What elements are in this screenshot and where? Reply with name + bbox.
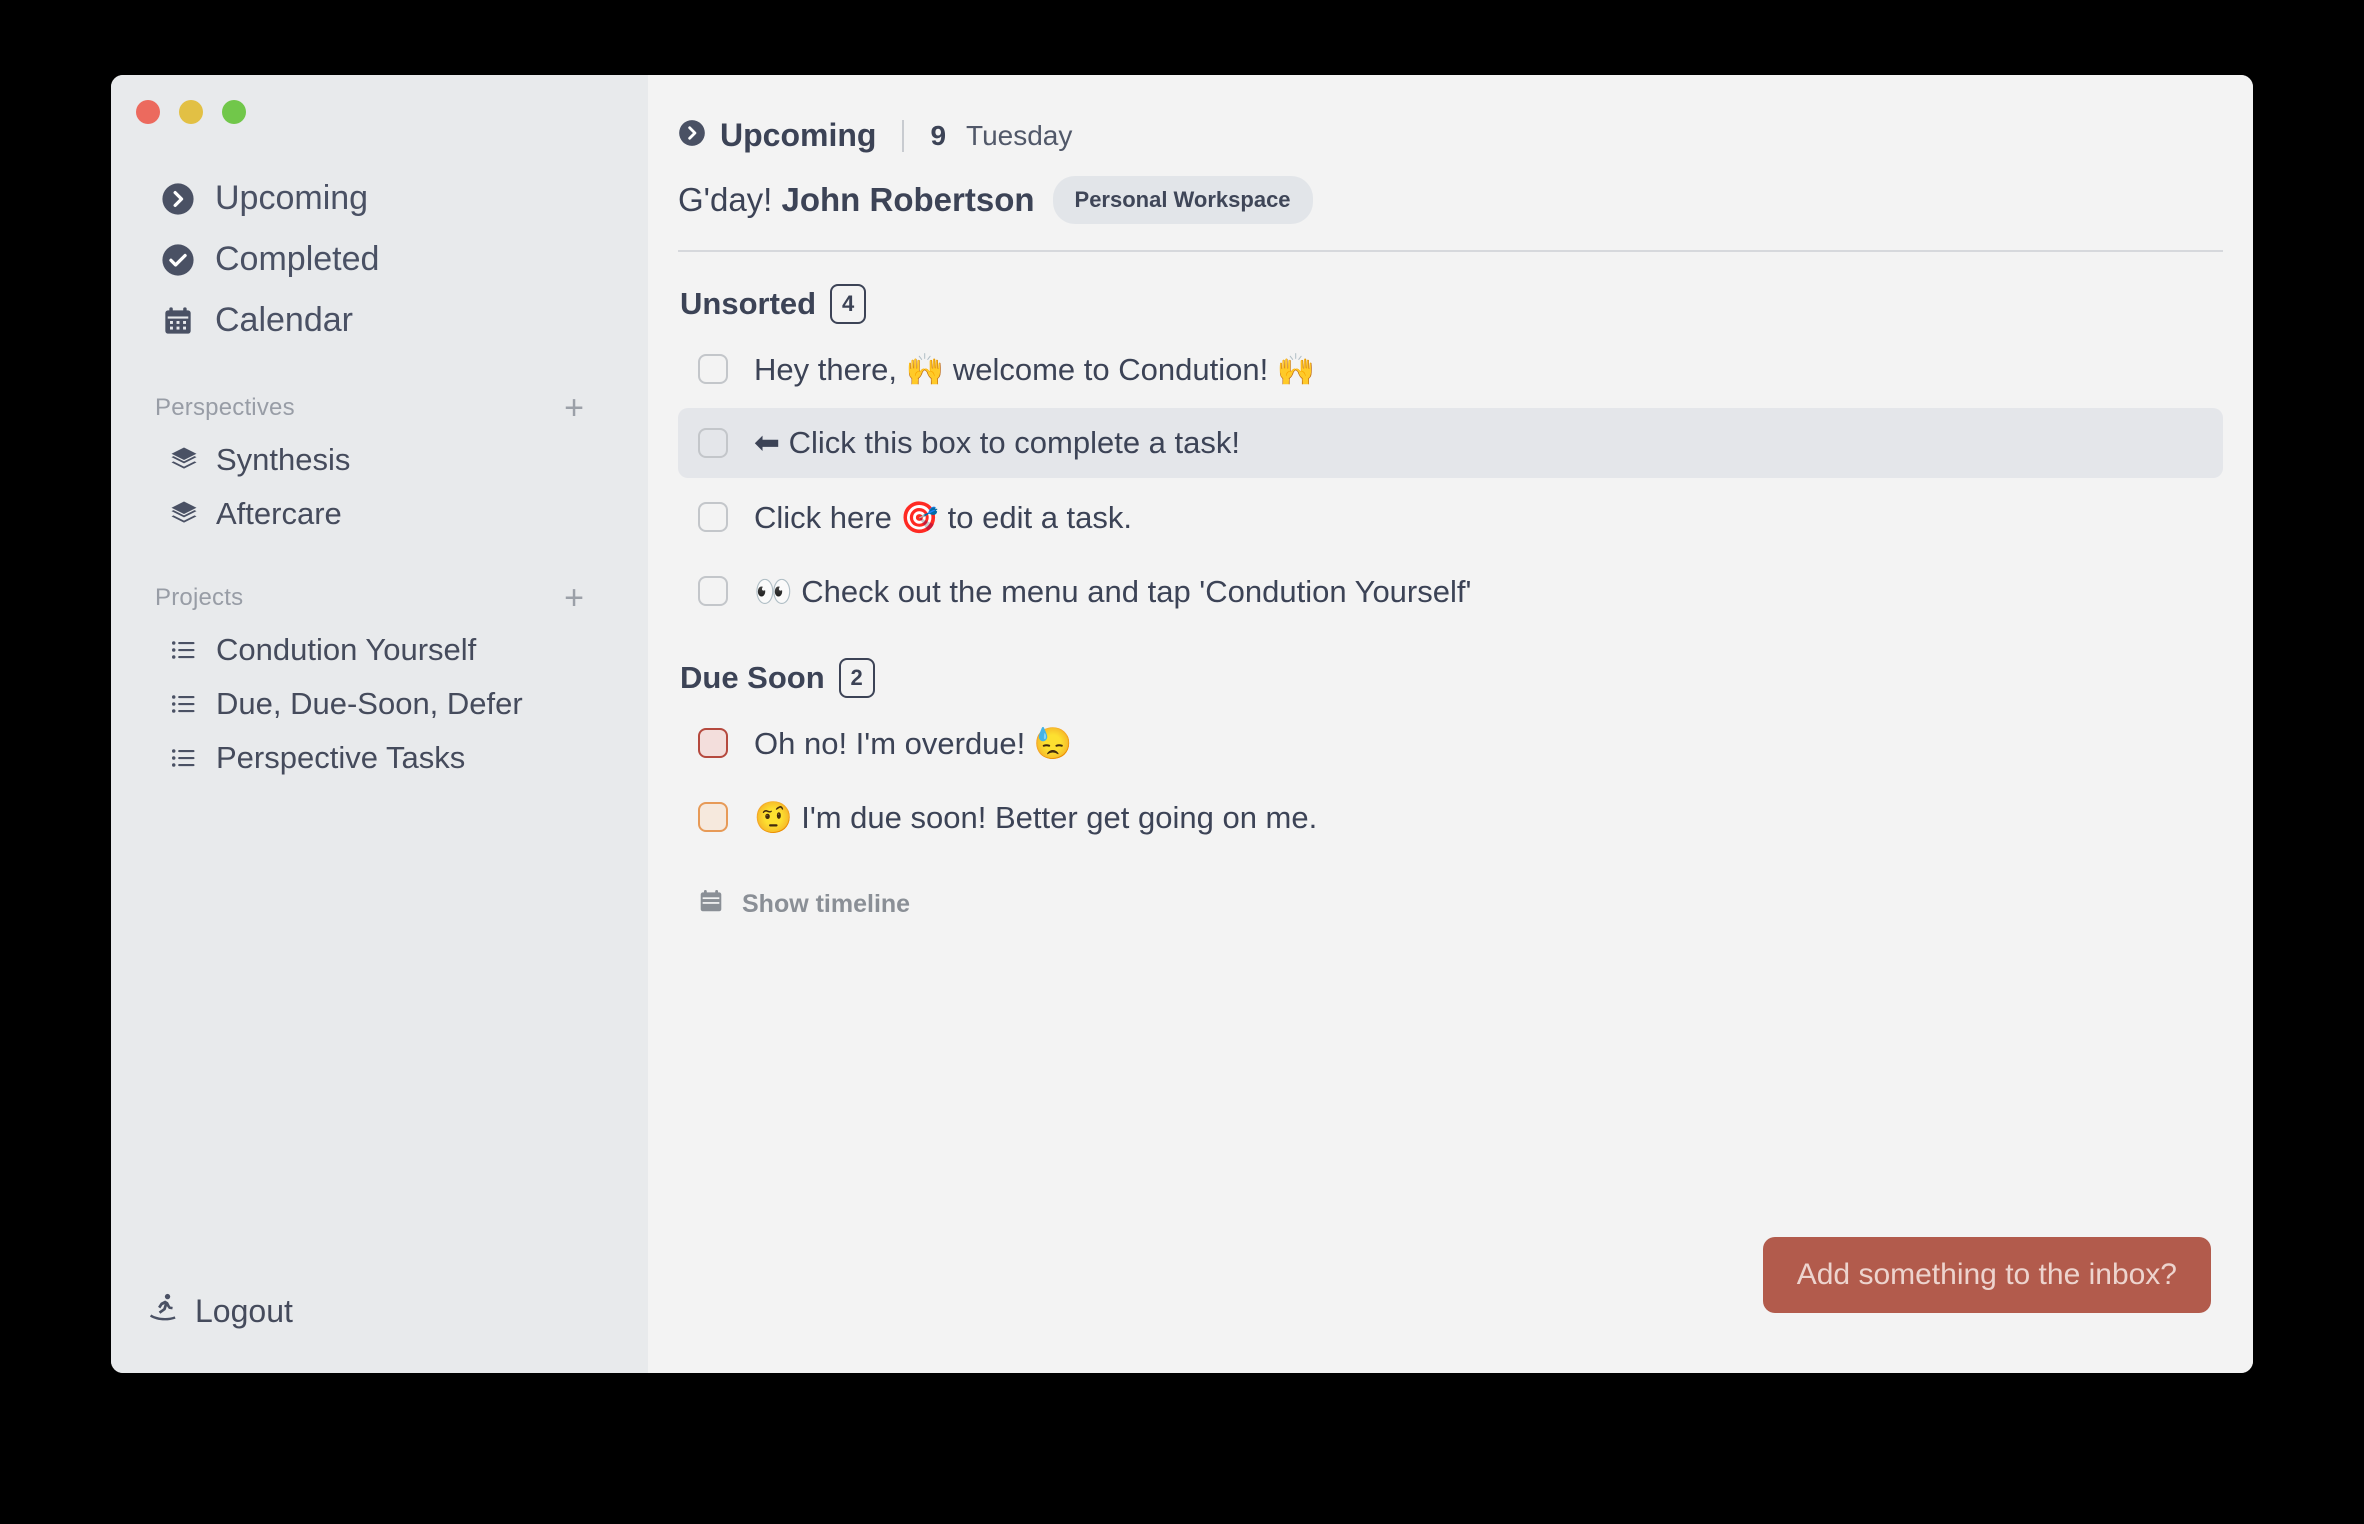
task-row[interactable]: Oh no! I'm overdue! 😓 — [678, 708, 2223, 778]
layers-icon — [169, 445, 199, 475]
show-timeline-label: Show timeline — [742, 890, 911, 918]
task-row[interactable]: 🤨 I'm due soon! Better get going on me. — [678, 782, 2223, 852]
section-count-badge: 4 — [830, 284, 867, 324]
user-name: John Robertson — [781, 181, 1035, 218]
sidebar-item-aftercare[interactable]: Aftercare — [111, 487, 648, 541]
sidebar-item-upcoming[interactable]: Upcoming — [111, 168, 648, 229]
app-window: Upcoming Completed Calendar Perspectives… — [111, 75, 2253, 1373]
primary-nav: Upcoming Completed Calendar — [111, 168, 648, 351]
task-row[interactable]: Hey there, 🙌 welcome to Condution! 🙌 — [678, 334, 2223, 404]
sidebar-item-label: Completed — [215, 240, 380, 279]
logout-button[interactable]: Logout — [111, 1291, 648, 1373]
task-row[interactable]: ⬅ Click this box to complete a task! — [678, 408, 2223, 478]
perspectives-title: Perspectives — [155, 394, 295, 422]
calendar-icon — [161, 304, 195, 338]
section-header-unsorted: Unsorted 4 — [678, 284, 2223, 324]
section-header-due-soon: Due Soon 2 — [678, 658, 2223, 698]
sidebar-item-perspective-tasks[interactable]: Perspective Tasks — [111, 731, 648, 785]
minimize-button[interactable] — [179, 100, 203, 124]
logout-label: Logout — [195, 1292, 293, 1329]
maximize-button[interactable] — [222, 100, 246, 124]
sidebar-item-condution-yourself[interactable]: Condution Yourself — [111, 623, 648, 677]
task-label: Hey there, 🙌 welcome to Condution! 🙌 — [754, 351, 1316, 387]
sidebar-item-due-due-soon-defer[interactable]: Due, Due-Soon, Defer — [111, 677, 648, 731]
sidebar-item-label: Calendar — [215, 301, 353, 340]
close-button[interactable] — [136, 100, 160, 124]
sidebar-item-label: Due, Due-Soon, Defer — [216, 686, 523, 722]
sidebar-item-calendar[interactable]: Calendar — [111, 290, 648, 351]
task-checkbox[interactable] — [698, 354, 728, 384]
header-divider — [678, 250, 2223, 252]
layers-icon — [169, 499, 199, 529]
perspectives-section-header: Perspectives + — [111, 389, 648, 427]
task-row[interactable]: 👀 Check out the menu and tap 'Condution … — [678, 556, 2223, 626]
main-content: Upcoming 9 Tuesday G'day! John Robertson… — [648, 75, 2253, 1373]
section-count-badge: 2 — [838, 658, 875, 698]
sidebar: Upcoming Completed Calendar Perspectives… — [111, 75, 648, 1373]
list-icon — [169, 635, 199, 665]
list-icon — [169, 743, 199, 773]
greeting-row: G'day! John Robertson Personal Workspace — [678, 176, 2253, 224]
sidebar-item-label: Condution Yourself — [216, 632, 477, 668]
date-number: 9 — [930, 119, 947, 151]
task-label: 🤨 I'm due soon! Better get going on me. — [754, 799, 1318, 835]
greeting-text: G'day! John Robertson — [678, 181, 1035, 219]
sidebar-item-label: Upcoming — [215, 179, 369, 217]
add-to-inbox-button[interactable]: Add something to the inbox? — [1762, 1237, 2211, 1313]
calendar-icon — [698, 888, 724, 921]
workspace-badge[interactable]: Personal Workspace — [1052, 176, 1313, 224]
greeting-prefix: G'day! — [678, 181, 773, 218]
list-icon — [169, 689, 199, 719]
task-label: ⬅ Click this box to complete a task! — [754, 425, 1240, 460]
date-weekday: Tuesday — [966, 119, 1073, 151]
page-title: Upcoming — [720, 117, 877, 153]
sidebar-item-label: Perspective Tasks — [216, 740, 466, 776]
task-checkbox-overdue[interactable] — [698, 728, 728, 758]
sidebar-item-label: Synthesis — [216, 442, 351, 478]
task-row[interactable]: Click here 🎯 to edit a task. — [678, 482, 2223, 552]
task-label: Oh no! I'm overdue! 😓 — [754, 725, 1073, 761]
check-circle-icon — [161, 243, 195, 277]
chevron-right-circle-icon — [161, 182, 195, 216]
divider — [902, 119, 905, 152]
window-controls — [111, 75, 648, 124]
sidebar-item-completed[interactable]: Completed — [111, 229, 648, 290]
task-label: Click here 🎯 to edit a task. — [754, 499, 1133, 535]
sidebar-item-label: Aftercare — [216, 496, 342, 532]
task-checkbox[interactable] — [698, 428, 728, 458]
snowboarder-icon — [147, 1291, 179, 1331]
content-header: Upcoming 9 Tuesday G'day! John Robertson… — [648, 75, 2253, 224]
add-perspective-button[interactable]: + — [558, 389, 590, 427]
task-checkbox-due-soon[interactable] — [698, 802, 728, 832]
section-title: Due Soon — [680, 660, 825, 695]
task-label: 👀 Check out the menu and tap 'Condution … — [754, 573, 1472, 609]
task-checkbox[interactable] — [698, 576, 728, 606]
task-checkbox[interactable] — [698, 502, 728, 532]
breadcrumb: Upcoming 9 Tuesday — [678, 117, 2253, 154]
chevron-right-circle-icon — [678, 119, 706, 152]
projects-section-header: Projects + — [111, 579, 648, 617]
task-list: Unsorted 4 Hey there, 🙌 welcome to Condu… — [648, 284, 2253, 921]
sidebar-item-synthesis[interactable]: Synthesis — [111, 433, 648, 487]
projects-title: Projects — [155, 584, 244, 612]
show-timeline-button[interactable]: Show timeline — [678, 888, 2223, 921]
section-title: Unsorted — [680, 286, 817, 321]
add-project-button[interactable]: + — [558, 579, 590, 617]
